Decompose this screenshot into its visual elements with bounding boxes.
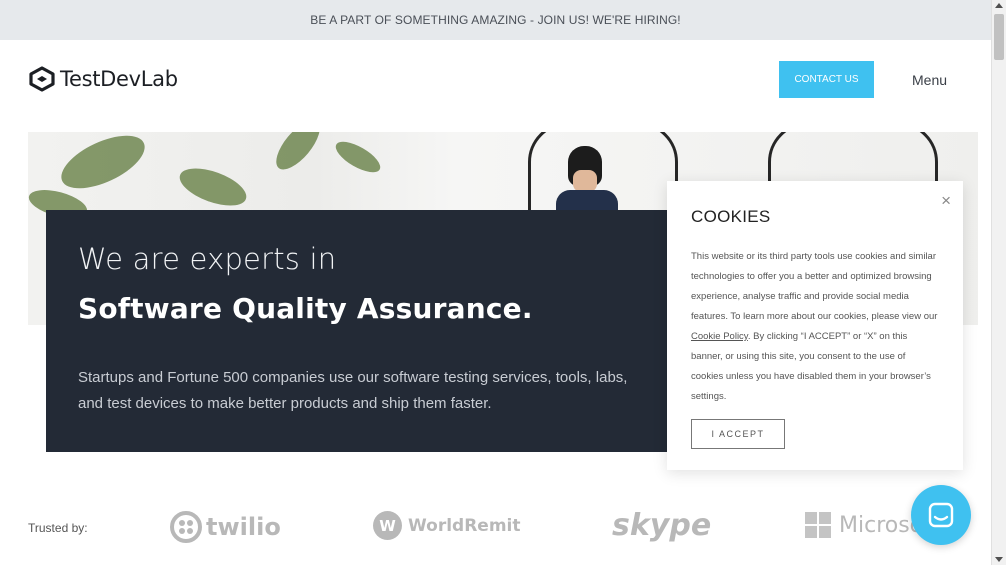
- menu-button[interactable]: Menu: [912, 72, 947, 88]
- worldremit-mark-icon: W: [373, 511, 402, 540]
- chat-launcher-button[interactable]: [911, 485, 971, 545]
- scroll-thumb[interactable]: [994, 14, 1004, 60]
- scroll-down-icon[interactable]: [995, 557, 1003, 562]
- scrollbar[interactable]: [991, 0, 1006, 565]
- logo-text: TestDevLab: [60, 67, 178, 91]
- person-face: [573, 170, 597, 192]
- worldremit-wordmark: WorldRemit: [408, 515, 521, 536]
- site-header: TestDevLab CONTACT US Menu: [0, 40, 991, 132]
- twilio-wordmark: twilio: [206, 513, 281, 541]
- scroll-up-icon[interactable]: [995, 3, 1003, 8]
- logo[interactable]: TestDevLab: [28, 66, 178, 92]
- chat-icon: [928, 502, 954, 528]
- cookie-text: This website or its third party tools us…: [691, 247, 939, 407]
- page: BE A PART OF SOMETHING AMAZING - JOIN US…: [0, 0, 1006, 565]
- microsoft-grid-icon: [805, 512, 831, 538]
- skype-wordmark: skype: [612, 508, 712, 543]
- cookie-title: COOKIES: [691, 207, 771, 226]
- cookie-text-part1: This website or its third party tools us…: [691, 251, 938, 322]
- worldremit-logo: W WorldRemit: [373, 511, 521, 540]
- hero-description: Startups and Fortune 500 companies use o…: [78, 369, 628, 412]
- hiring-banner-text[interactable]: BE A PART OF SOMETHING AMAZING - JOIN US…: [310, 13, 681, 27]
- testdevlab-logo-icon: [29, 66, 55, 92]
- hero-card: We are experts in Software Quality Assur…: [46, 210, 667, 452]
- hero-heading-line2: Software Quality Assurance.: [78, 292, 533, 325]
- cookie-policy-link[interactable]: Cookie Policy: [691, 331, 748, 342]
- accept-cookies-button[interactable]: I ACCEPT: [691, 419, 785, 449]
- twilio-logo: twilio: [170, 511, 281, 543]
- close-icon[interactable]: ×: [941, 191, 951, 211]
- contact-us-button[interactable]: CONTACT US: [779, 61, 874, 98]
- trusted-by-label: Trusted by:: [28, 521, 88, 535]
- hiring-banner[interactable]: BE A PART OF SOMETHING AMAZING - JOIN US…: [0, 0, 991, 40]
- skype-logo: skype: [612, 508, 711, 543]
- cookie-banner: × COOKIES This website or its third part…: [667, 181, 963, 470]
- hero-heading-line1: We are experts in: [78, 242, 337, 276]
- twilio-mark-icon: [170, 511, 202, 543]
